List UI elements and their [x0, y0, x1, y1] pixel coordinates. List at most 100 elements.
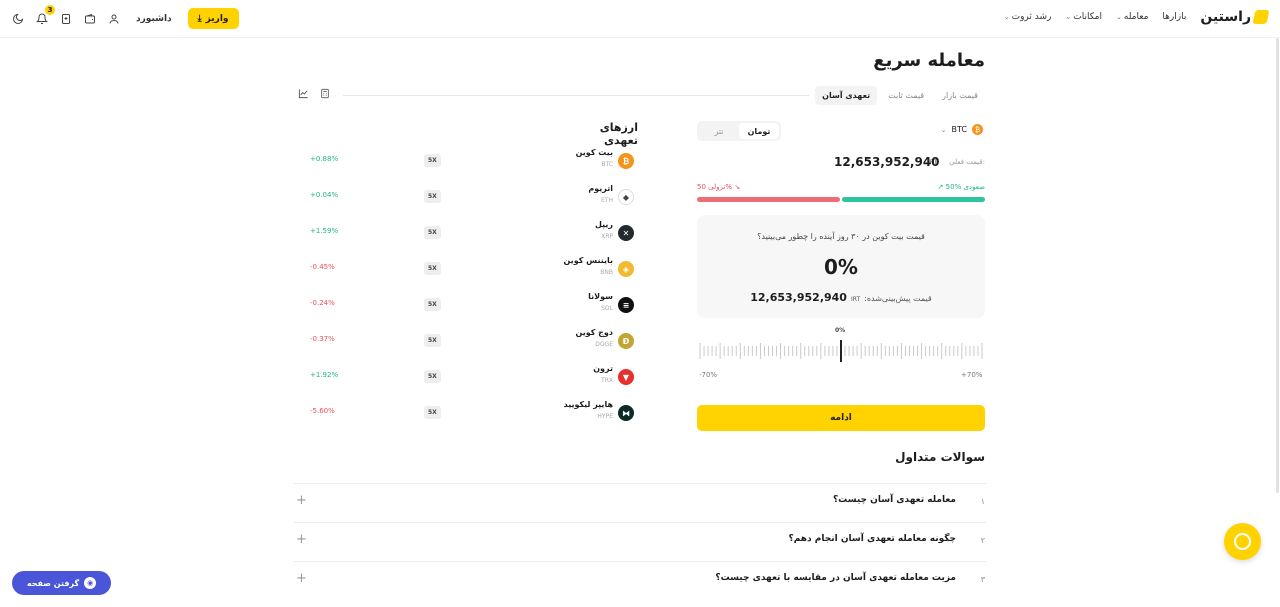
dark-mode-icon[interactable] [10, 11, 26, 27]
dashboard-link[interactable]: داشبورد [136, 14, 172, 24]
camera-icon: ◉ [84, 577, 97, 589]
list-item[interactable]: ◈ بایننس کوین BNB 5X -0.45% [298, 256, 638, 282]
asset-symbol: SOL [601, 305, 613, 312]
nav-features-label: امکانات [1073, 12, 1102, 22]
trend-up-icon: ↗ [937, 183, 944, 191]
leverage-badge: 5X [424, 370, 441, 383]
asset-name: ترون [593, 364, 613, 373]
price-change: -0.24% [310, 299, 335, 307]
scrollbar[interactable] [1276, 38, 1279, 493]
top-actions: 3 داشبورد ⤓ واریز [10, 4, 239, 29]
bullish-text: 50% صعودی [945, 183, 985, 191]
leverage-badge: 5X [424, 262, 441, 275]
asset-name: ریپل [594, 220, 613, 229]
solana-icon: ≡ [618, 297, 634, 313]
currency-option-toman[interactable]: تومان [739, 123, 779, 139]
faq-item[interactable]: ۱ معامله تعهدی آسان چیست؟ + [294, 483, 986, 521]
bullish-label: ↗ 50% صعودی [938, 183, 985, 191]
coin-selector[interactable]: ₿ BTC ⌄ [941, 124, 983, 135]
prediction-slider[interactable] [699, 340, 983, 362]
asset-name: بایننس کوین [563, 256, 613, 265]
bearish-text: نزولی 50% [697, 183, 732, 191]
plus-icon[interactable]: + [296, 532, 307, 547]
faq-item[interactable]: ۳ مزیت معامله تعهدی آسان در مقایسه با تعه… [294, 561, 986, 599]
nav-markets-label: بازارها [1162, 12, 1187, 22]
faq-number: ۱ [980, 497, 985, 506]
ripple-icon: ✕ [618, 225, 634, 241]
user-icon[interactable] [106, 11, 122, 27]
price-change: +0.88% [310, 155, 339, 163]
download-icon: ⤓ [197, 13, 202, 24]
plus-icon[interactable]: + [296, 571, 307, 586]
nav-wealth[interactable]: رشد ثروت ⌄ [1004, 12, 1052, 22]
slider-min-label: -70% [699, 371, 718, 379]
asset-symbol: ETH [601, 197, 613, 204]
price-change: +1.92% [310, 371, 339, 379]
asset-name: سولانا [588, 292, 613, 301]
current-price: 12,653,952,940 [834, 155, 940, 169]
capture-label: گرفتن صفحه [26, 578, 80, 588]
list-item[interactable]: ▼ ترون TRX 5X +1.92% [298, 364, 638, 390]
continue-button[interactable]: ادامه [697, 405, 985, 431]
list-item[interactable]: ◆ اتریوم ETH 5X +0.04% [298, 184, 638, 210]
bullish-ratio-bar [842, 197, 985, 202]
predicted-percent: 0% [824, 255, 858, 279]
list-item[interactable]: ≡ سولانا SOL 5X -0.24% [298, 292, 638, 318]
wallet-icon[interactable] [82, 11, 98, 27]
currency-toggle: تومان تتر [697, 121, 781, 141]
faq-question: معامله تعهدی آسان چیست؟ [832, 495, 956, 505]
trade-type-tabs: قیمت بازار قیمت ثابت تعهدی آسان [815, 86, 985, 105]
prediction-question: قیمت بیت کوین در ۳۰ روز آینده را چطور می… [757, 232, 925, 241]
trend-down-icon: ↘ [734, 183, 741, 191]
nav-markets[interactable]: بازارها [1162, 12, 1186, 22]
asset-name: هایپر لیکویید [563, 400, 613, 409]
logo-text: راستین [1200, 9, 1251, 25]
asset-symbol: HYPE [597, 413, 613, 420]
leverage-badge: 5X [424, 406, 441, 419]
leverage-badge: 5X [424, 190, 441, 203]
bitcoin-icon: ₿ [618, 153, 634, 169]
deposit-button[interactable]: ⤓ واریز [187, 8, 239, 29]
faq-number: ۲ [980, 536, 985, 545]
logo[interactable]: راستین [1200, 9, 1270, 25]
tab-market-price[interactable]: قیمت بازار [935, 86, 985, 105]
currency-option-tether[interactable]: تتر [699, 123, 739, 139]
asset-symbol: XRP [601, 233, 613, 240]
predicted-price-row: قیمت پیش‌بینی‌شده: IRT 12,653,952,940 [697, 291, 985, 304]
ethereum-icon: ◆ [618, 189, 634, 205]
tab-fixed-price[interactable]: قیمت ثابت [881, 86, 931, 105]
current-price-label: قیمت فعلی: [949, 158, 985, 166]
nav-trade[interactable]: معامله ⌄ [1116, 12, 1148, 22]
capture-page-button[interactable]: ◉ گرفتن صفحه [12, 571, 111, 595]
nav-wealth-label: رشد ثروت [1011, 12, 1052, 22]
faq-number: ۳ [980, 575, 985, 584]
predicted-price: 12,653,952,940 [750, 291, 847, 304]
calculator-icon[interactable] [320, 88, 331, 99]
assets-title: ارزهای تعهدی [599, 121, 638, 147]
chevron-down-icon: ⌄ [1116, 13, 1122, 21]
notification-badge: 3 [45, 4, 55, 15]
list-item[interactable]: ₿ بیت کوین BTC 5X +0.88% [298, 148, 638, 174]
faq-item[interactable]: ۲ چگونه معامله تعهدی آسان انجام دهم؟ + [294, 522, 986, 560]
chevron-down-icon: ⌄ [1065, 13, 1072, 21]
list-item[interactable]: ⧓ هایپر لیکویید HYPE 5X -5.60% [298, 400, 638, 426]
list-item[interactable]: Ð دوج کوین DOGE 5X -0.37% [298, 328, 638, 354]
tron-icon: ▼ [618, 369, 634, 385]
price-change: +0.04% [310, 191, 339, 199]
orders-icon[interactable] [58, 11, 74, 27]
nav-features[interactable]: امکانات ⌄ [1065, 12, 1102, 22]
bearish-label: نزولی 50% ↘ [697, 183, 740, 191]
plus-icon[interactable]: + [296, 493, 307, 508]
tab-easy-margin[interactable]: تعهدی آسان [815, 86, 878, 105]
logo-mark-icon [1252, 10, 1270, 24]
predicted-currency-unit: IRT [850, 296, 861, 303]
asset-name: اتریوم [588, 184, 613, 193]
nav-trade-label: معامله [1123, 12, 1149, 22]
notification-bell-icon[interactable]: 3 [34, 4, 55, 27]
list-item[interactable]: ✕ ریپل XRP 5X +1.59% [298, 220, 638, 246]
page-title: معامله سریع [873, 50, 985, 71]
support-chat-button[interactable] [1224, 523, 1261, 560]
chart-icon[interactable] [298, 88, 309, 99]
leverage-badge: 5X [424, 154, 441, 167]
leverage-badge: 5X [424, 226, 441, 239]
